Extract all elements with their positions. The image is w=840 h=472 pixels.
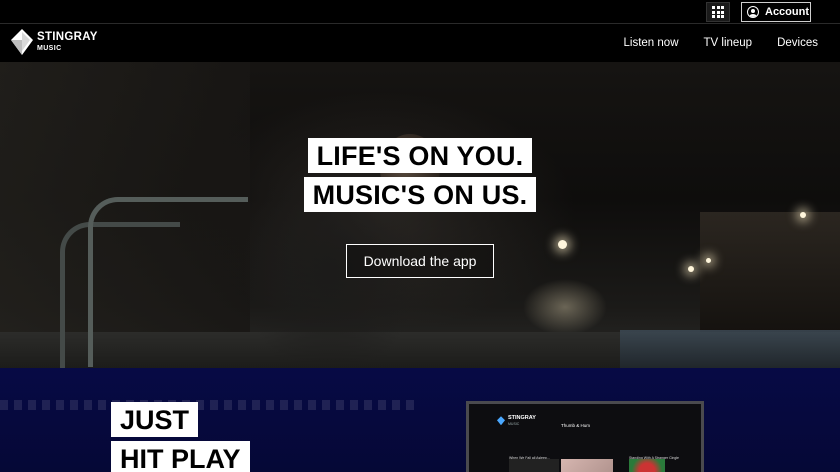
- hero-background-pool: [620, 330, 840, 368]
- tv-brand-sub: MUSIC: [508, 421, 520, 426]
- download-app-button[interactable]: Download the app: [346, 244, 494, 278]
- hero-headline-line-2: MUSIC'S ON US.: [303, 177, 537, 212]
- tv-thumbnail: [561, 459, 613, 472]
- account-button[interactable]: Account: [741, 2, 811, 22]
- nav-tv-lineup[interactable]: TV lineup: [704, 37, 753, 49]
- hero-light: [800, 212, 806, 218]
- user-circle-icon: [747, 6, 759, 18]
- brand-name: STINGRAY: [37, 30, 98, 43]
- section-title-line-1: JUST: [111, 402, 199, 437]
- brand-logo[interactable]: STINGRAY MUSIC: [11, 29, 98, 55]
- just-hit-play-section: JUST HIT PLAY STINGRAY MUSIC Thumb & Hum…: [0, 368, 840, 472]
- hero-light: [706, 258, 711, 263]
- nav-links: Listen now TV lineup Devices: [624, 37, 818, 49]
- stingray-diamond-icon: [497, 416, 505, 426]
- utility-bar: Account: [0, 0, 840, 24]
- grid-icon: [712, 6, 724, 18]
- account-label: Account: [765, 6, 809, 18]
- brand-sub: MUSIC: [37, 45, 62, 53]
- tv-thumbnail: [629, 459, 665, 472]
- hero-headline-line-1: LIFE'S ON YOU.: [307, 138, 533, 173]
- hero-banner: LIFE'S ON YOU. MUSIC'S ON US. Download t…: [0, 62, 840, 368]
- section-title-line-2: HIT PLAY: [111, 441, 250, 472]
- tv-now-playing-title: Thumb & Hum: [561, 423, 591, 428]
- stingray-diamond-icon: [11, 29, 33, 55]
- tv-brand-name: STINGRAY: [508, 415, 536, 421]
- hero-background-building: [700, 212, 840, 332]
- hero-headline: LIFE'S ON YOU. MUSIC'S ON US.: [0, 138, 840, 212]
- tv-thumbnail: [509, 459, 559, 472]
- tv-preview-image: STINGRAY MUSIC Thumb & Hum When We Fall …: [466, 401, 704, 472]
- tv-screen: STINGRAY MUSIC Thumb & Hum When We Fall …: [469, 404, 701, 472]
- tv-brand-logo: STINGRAY MUSIC: [497, 415, 536, 426]
- main-navbar: STINGRAY MUSIC Listen now TV lineup Devi…: [0, 25, 840, 62]
- nav-listen-now[interactable]: Listen now: [624, 37, 679, 49]
- hero-light: [558, 240, 567, 249]
- section-title: JUST HIT PLAY: [111, 402, 250, 472]
- hero-light: [688, 266, 694, 272]
- nav-devices[interactable]: Devices: [777, 37, 818, 49]
- apps-grid-button[interactable]: [706, 2, 730, 22]
